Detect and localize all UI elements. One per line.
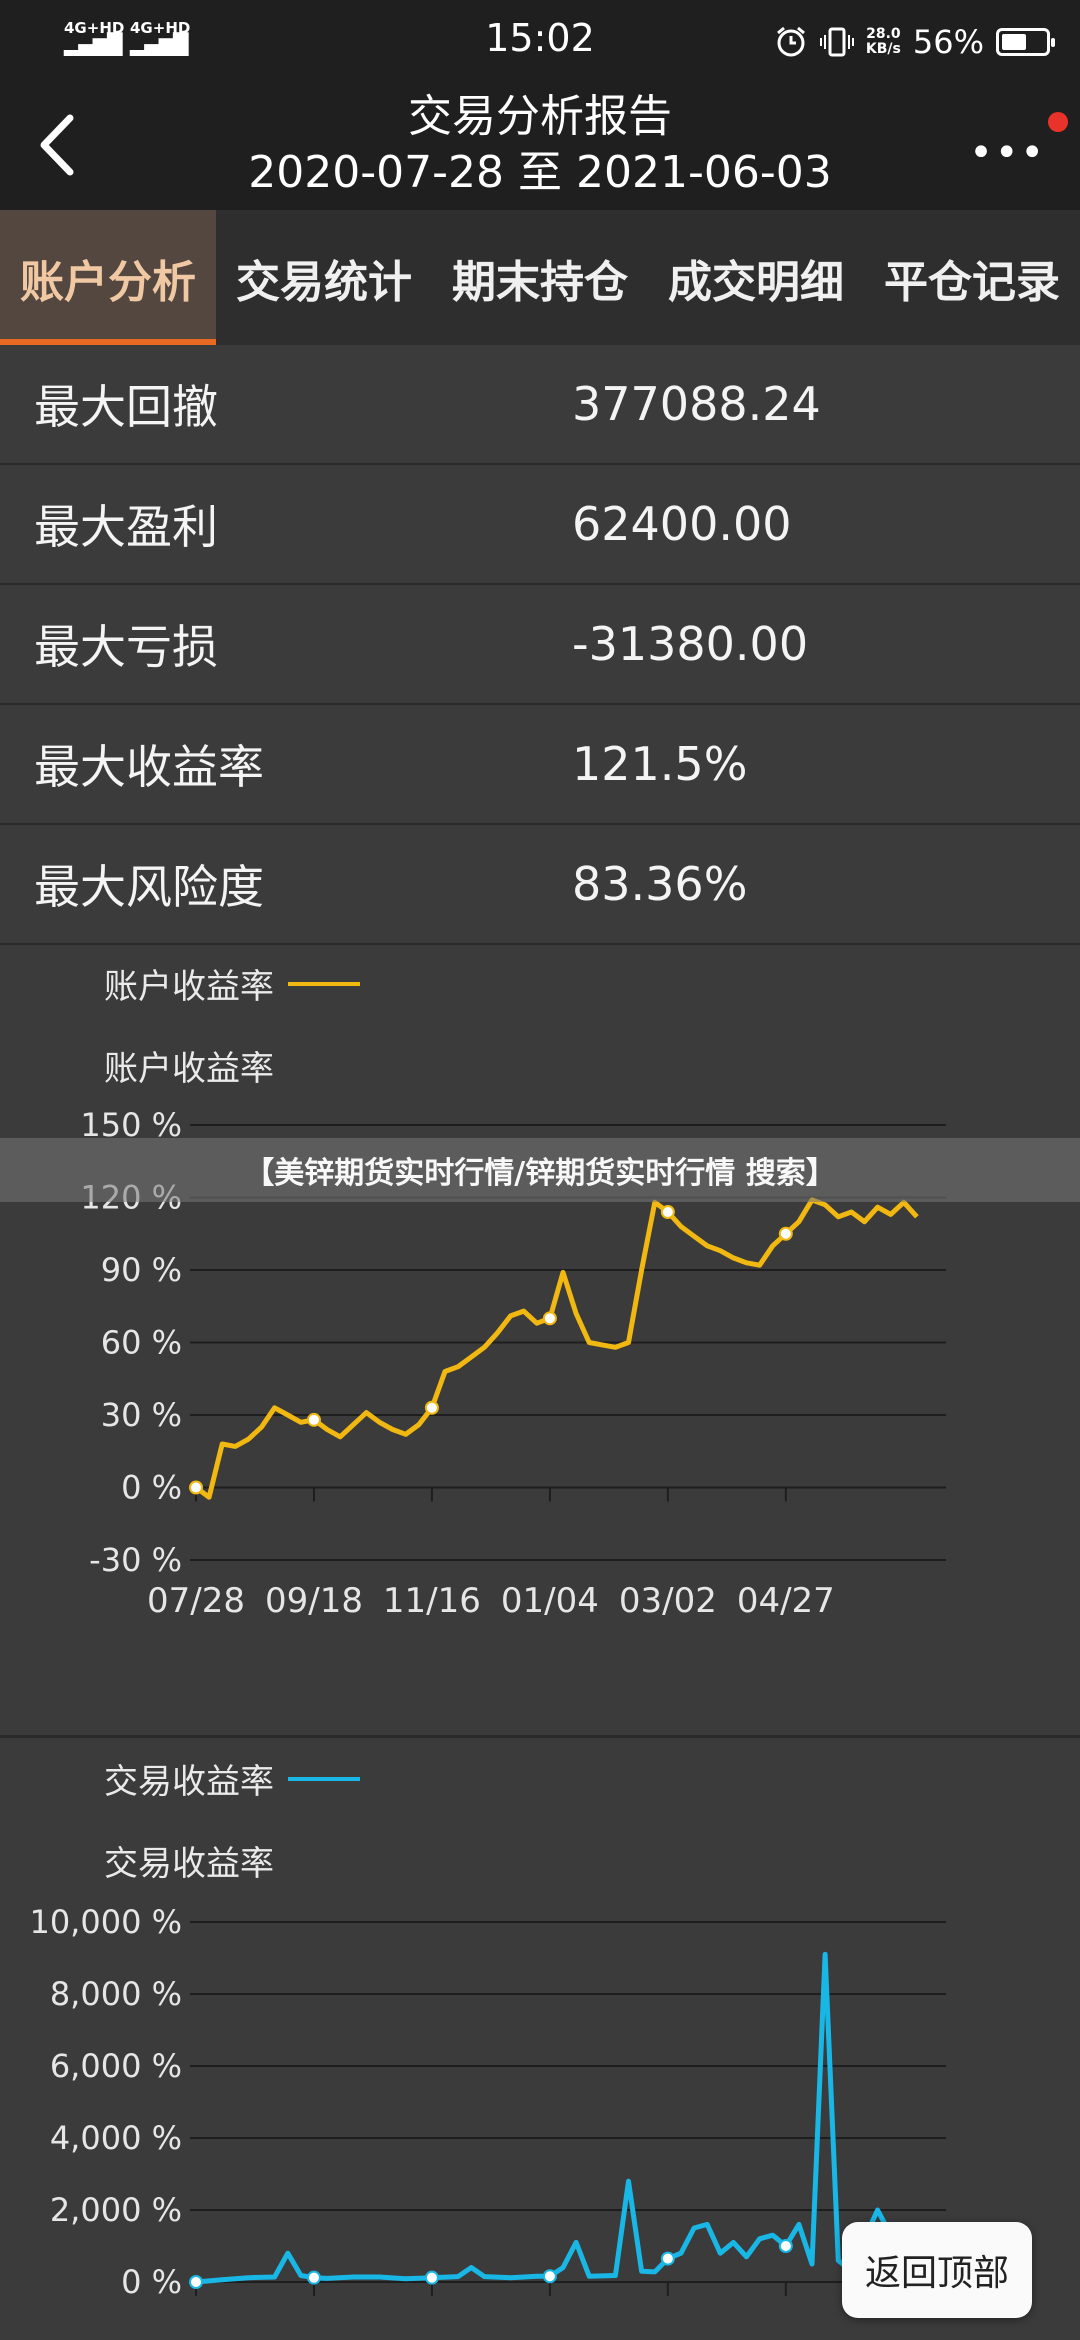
- series-line: [195, 1951, 893, 2285]
- y-tick-label: 90 %: [101, 1251, 182, 1289]
- marker-point: [306, 2270, 321, 2285]
- y-tick-label: 4,000 %: [50, 2119, 182, 2157]
- tab-bar: 账户分析 交易统计 期末持仓 成交明细 平仓记录: [0, 210, 1080, 345]
- date-range: 2020-07-28 至 2021-06-03: [248, 147, 832, 198]
- stat-label: 最大收益率: [34, 740, 264, 794]
- marker-point: [542, 1311, 557, 1326]
- network-speed: 28.0 KB/s: [866, 27, 901, 57]
- stat-row-max-return: 最大收益率 121.5%: [0, 705, 1080, 825]
- stat-row-max-loss: 最大亏损 -31380.00: [0, 585, 1080, 705]
- marker-point: [424, 1400, 439, 1415]
- marker-point: [189, 1480, 203, 1495]
- tab-trade-statistics[interactable]: 交易统计: [216, 210, 432, 345]
- marker-point: [189, 2275, 203, 2289]
- alarm-icon: [776, 26, 805, 57]
- stat-value: 83.36%: [572, 857, 748, 911]
- speed-unit: KB/s: [865, 41, 901, 57]
- tab-ending-positions[interactable]: 期末持仓: [432, 210, 648, 345]
- stat-label: 最大亏损: [34, 620, 218, 674]
- tab-account-analysis[interactable]: 账户分析: [0, 210, 216, 345]
- y-tick-label: 60 %: [101, 1324, 182, 1362]
- series-line: [194, 1197, 919, 1500]
- stats-table: 最大回撤 377088.24 最大盈利 62400.00 最大亏损 -31380…: [0, 345, 1080, 945]
- y-tick-label: 6,000 %: [50, 2047, 182, 2085]
- marker-point: [778, 1226, 793, 1241]
- battery-fill: [1002, 34, 1026, 50]
- y-tick-label: -30 %: [89, 1541, 182, 1579]
- y-tick-label: 10,000 %: [29, 1903, 182, 1941]
- marker-point: [778, 2239, 793, 2253]
- stat-row-max-drawdown: 最大回撤 377088.24: [0, 345, 1080, 465]
- stat-label: 最大盈利: [34, 500, 218, 554]
- y-tick-label: 8,000 %: [50, 1975, 182, 2013]
- more-menu-icon[interactable]: •••: [969, 130, 1046, 176]
- tab-transaction-details[interactable]: 成交明细: [648, 210, 864, 345]
- vibrate-icon: [819, 27, 854, 57]
- battery-percent: 56%: [912, 23, 984, 61]
- y-tick-label: 0 %: [121, 2263, 182, 2301]
- account-return-plot: 150 %120 %90 %60 %30 %0 %-30 %07/2809/18…: [80, 1106, 946, 1621]
- x-tick-label: 03/02: [619, 1581, 717, 1621]
- back-to-top-button[interactable]: 返回顶部: [842, 2222, 1032, 2318]
- stat-value: -31380.00: [572, 617, 809, 671]
- search-banner[interactable]: 【美锌期货实时行情/锌期货实时行情 搜索】: [0, 1138, 1080, 1202]
- y-tick-label: 0 %: [121, 1469, 182, 1507]
- marker-point: [424, 2270, 439, 2285]
- stat-label: 最大回撤: [34, 380, 218, 434]
- marker-point: [306, 1412, 321, 1427]
- x-tick-label: 07/28: [147, 1581, 245, 1621]
- status-icons: 28.0 KB/s 56%: [774, 18, 1055, 66]
- x-tick-label: 11/16: [383, 1581, 481, 1621]
- stat-row-max-profit: 最大盈利 62400.00: [0, 465, 1080, 585]
- stat-value: 121.5%: [572, 737, 748, 791]
- x-tick-label: 04/27: [737, 1581, 835, 1621]
- stat-row-max-risk: 最大风险度 83.36%: [0, 825, 1080, 945]
- stat-value: 377088.24: [572, 377, 821, 431]
- y-tick-label: 2,000 %: [50, 2191, 182, 2229]
- x-tick-label: 01/04: [501, 1581, 599, 1621]
- notification-dot: [1048, 112, 1068, 132]
- status-bar: 4G+HD ▂▄▆█ 4G+HD ▂▄▆█ 15:02 28.0 KB/s 56…: [0, 0, 1080, 80]
- page-title: 交易分析报告: [408, 91, 672, 142]
- tab-closing-records[interactable]: 平仓记录: [864, 210, 1080, 345]
- account-return-chart: 账户收益率 账户收益率 150 %120 %90 %60 %30 %0 %-30…: [0, 945, 1080, 1735]
- stat-label: 最大风险度: [34, 860, 264, 914]
- y-tick-label: 30 %: [101, 1396, 182, 1434]
- marker-point: [542, 2269, 557, 2284]
- app-header: 交易分析报告 2020-07-28 至 2021-06-03 •••: [0, 80, 1080, 210]
- section-divider: [0, 1735, 1080, 1738]
- marker-point: [660, 2251, 675, 2266]
- stat-value: 62400.00: [572, 497, 792, 551]
- battery-icon: [996, 28, 1055, 56]
- marker-point: [660, 1205, 675, 1219]
- speed-value: 28.0: [866, 26, 901, 42]
- x-tick-label: 09/18: [265, 1581, 363, 1621]
